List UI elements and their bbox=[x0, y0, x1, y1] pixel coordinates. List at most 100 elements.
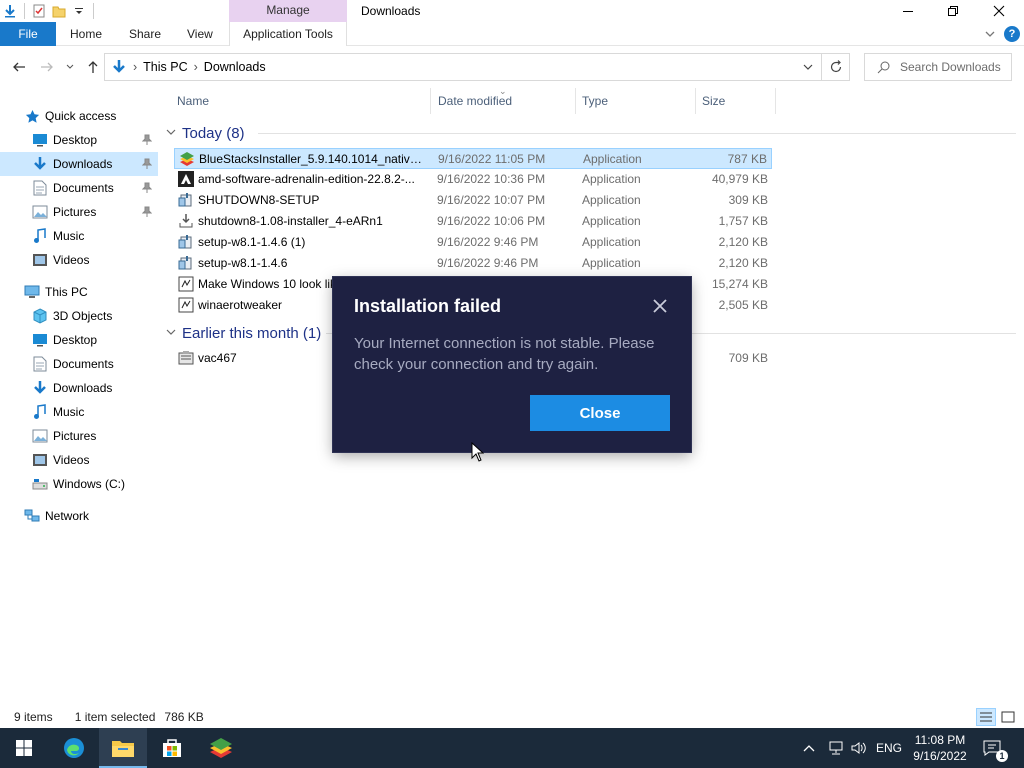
dialog-message: Your Internet connection is not stable. … bbox=[354, 335, 655, 373]
recent-locations-button[interactable] bbox=[62, 56, 78, 78]
volume-button[interactable] bbox=[850, 728, 868, 768]
pin-icon[interactable] bbox=[141, 134, 153, 148]
pin-icon[interactable] bbox=[141, 206, 153, 220]
breadcrumb-downloads[interactable]: Downloads bbox=[204, 60, 266, 74]
status-selected: 1 item selected bbox=[74, 710, 156, 724]
column-header-type[interactable]: Type bbox=[576, 88, 696, 114]
group-earlier-this-month[interactable]: Earlier this month (1) bbox=[166, 322, 1016, 344]
file-row[interactable]: setup-w8.1-1.4.6 9/16/2022 9:46 PM Applica… bbox=[174, 253, 772, 274]
file-date-modified: 9/16/2022 9:46 PM bbox=[437, 235, 539, 249]
up-arrow-icon bbox=[88, 61, 98, 73]
file-row[interactable]: setup-w8.1-1.4.6 (1) 9/16/2022 9:46 PM App… bbox=[174, 232, 772, 253]
nav-label: Music bbox=[53, 229, 85, 243]
start-button[interactable] bbox=[0, 728, 48, 768]
nav-item-desktop[interactable]: Desktop bbox=[0, 128, 158, 152]
search-box[interactable]: Search Downloads bbox=[864, 53, 1012, 81]
clock[interactable]: 11:08 PM 9/16/2022 bbox=[906, 732, 974, 764]
group-today[interactable]: Today (8) bbox=[166, 122, 1016, 144]
nav-item-windows-c[interactable]: Windows (C:) bbox=[0, 472, 158, 496]
nav-item-music[interactable]: Music bbox=[0, 400, 158, 424]
minimize-icon bbox=[903, 11, 913, 12]
back-button[interactable] bbox=[8, 56, 30, 78]
network-icon bbox=[24, 508, 40, 524]
nav-item-music[interactable]: Music bbox=[0, 224, 158, 248]
explorer-down-arrow-icon[interactable] bbox=[0, 0, 20, 22]
refresh-button[interactable] bbox=[822, 53, 850, 81]
restore-icon bbox=[948, 6, 958, 16]
file-name: amd-software-adrenalin-edition-22.8.2-..… bbox=[198, 172, 415, 186]
file-size: 787 KB bbox=[727, 152, 767, 166]
nav-this-pc[interactable]: This PC bbox=[0, 280, 158, 304]
file-size: 2,505 KB bbox=[718, 298, 768, 312]
pictures-icon bbox=[32, 204, 48, 220]
pictures-icon bbox=[32, 428, 48, 444]
taskbar-edge[interactable] bbox=[50, 728, 98, 768]
pin-icon[interactable] bbox=[141, 182, 153, 196]
action-center-button[interactable]: 1 bbox=[983, 728, 1008, 768]
file-type: Application bbox=[583, 152, 642, 166]
minimize-button[interactable] bbox=[885, 0, 931, 22]
up-button[interactable] bbox=[82, 56, 104, 78]
tab-home[interactable]: Home bbox=[58, 22, 114, 46]
breadcrumb-this-pc[interactable]: This PC bbox=[143, 60, 187, 74]
show-hidden-icons-button[interactable] bbox=[803, 728, 815, 768]
expand-ribbon-chevron-icon[interactable] bbox=[984, 28, 996, 42]
nav-item-documents[interactable]: Documents bbox=[0, 176, 158, 200]
nav-quick-access[interactable]: Quick access bbox=[0, 104, 158, 128]
details-view-button[interactable] bbox=[976, 708, 996, 726]
close-button[interactable]: Close bbox=[530, 395, 670, 431]
column-header-date[interactable]: Date modified bbox=[432, 88, 576, 114]
tab-share[interactable]: Share bbox=[117, 22, 173, 46]
nav-item-videos[interactable]: Videos bbox=[0, 448, 158, 472]
drive-icon bbox=[32, 476, 48, 492]
address-bar[interactable]: › This PC › Downloads bbox=[104, 53, 822, 81]
file-row[interactable]: SHUTDOWN8-SETUP 9/16/2022 10:07 PM Applica… bbox=[174, 190, 772, 211]
qat-dropdown-icon[interactable] bbox=[69, 0, 89, 22]
network-tray-icon bbox=[829, 741, 843, 755]
nav-item-downloads[interactable]: Downloads bbox=[0, 152, 158, 176]
taskbar-bluestacks[interactable] bbox=[197, 728, 245, 768]
file-type: Application bbox=[582, 214, 641, 228]
tab-file[interactable]: File bbox=[0, 22, 56, 46]
dialog-close-button[interactable] bbox=[649, 295, 671, 317]
setup-app-icon bbox=[178, 255, 194, 271]
forward-button[interactable] bbox=[36, 56, 58, 78]
properties-icon[interactable] bbox=[29, 0, 49, 22]
tab-application-tools[interactable]: Application Tools bbox=[229, 22, 347, 46]
nav-item-videos[interactable]: Videos bbox=[0, 248, 158, 272]
amd-installer-icon bbox=[178, 171, 194, 187]
close-window-button[interactable] bbox=[976, 0, 1022, 22]
network-tray-button[interactable] bbox=[827, 728, 845, 768]
nav-item-desktop[interactable]: Desktop bbox=[0, 328, 158, 352]
file-date-modified: 9/16/2022 11:05 PM bbox=[438, 152, 546, 166]
input-language[interactable]: ENG bbox=[876, 728, 902, 768]
column-header-name[interactable]: Name bbox=[171, 88, 431, 114]
nav-item-pictures[interactable]: Pictures bbox=[0, 424, 158, 448]
mouse-cursor-icon bbox=[471, 441, 485, 465]
restore-button[interactable] bbox=[930, 0, 976, 22]
taskbar-store[interactable] bbox=[148, 728, 196, 768]
taskbar-file-explorer[interactable] bbox=[99, 728, 147, 768]
context-tab-manage[interactable]: Manage bbox=[229, 0, 347, 22]
pin-icon[interactable] bbox=[141, 158, 153, 172]
large-icons-view-button[interactable] bbox=[998, 708, 1018, 726]
file-row[interactable]: shutdown8-1.08-installer_4-eARn1 9/16/202… bbox=[174, 211, 772, 232]
nav-item-pictures[interactable]: Pictures bbox=[0, 200, 158, 224]
title-bar: Manage Downloads bbox=[0, 0, 1024, 22]
new-folder-icon[interactable] bbox=[49, 0, 69, 22]
nav-item-3d-objects[interactable]: 3D Objects bbox=[0, 304, 158, 328]
file-row[interactable]: BlueStacksInstaller_5.9.140.1014_native_… bbox=[174, 148, 772, 169]
column-header-size[interactable]: Size bbox=[696, 88, 776, 114]
downloads-icon bbox=[32, 156, 48, 172]
help-icon[interactable]: ? bbox=[1004, 26, 1020, 42]
file-row[interactable]: amd-software-adrenalin-edition-22.8.2-..… bbox=[174, 169, 772, 190]
this-pc-icon bbox=[24, 284, 40, 300]
file-date-modified: 9/16/2022 9:46 PM bbox=[437, 256, 539, 270]
nav-label: Desktop bbox=[53, 333, 98, 347]
tab-view[interactable]: View bbox=[175, 22, 225, 46]
nav-item-documents[interactable]: Documents bbox=[0, 352, 158, 376]
address-dropdown-icon[interactable] bbox=[803, 63, 813, 71]
nav-item-downloads[interactable]: Downloads bbox=[0, 376, 158, 400]
nav-label: Pictures bbox=[53, 429, 97, 443]
nav-network[interactable]: Network bbox=[0, 504, 158, 528]
